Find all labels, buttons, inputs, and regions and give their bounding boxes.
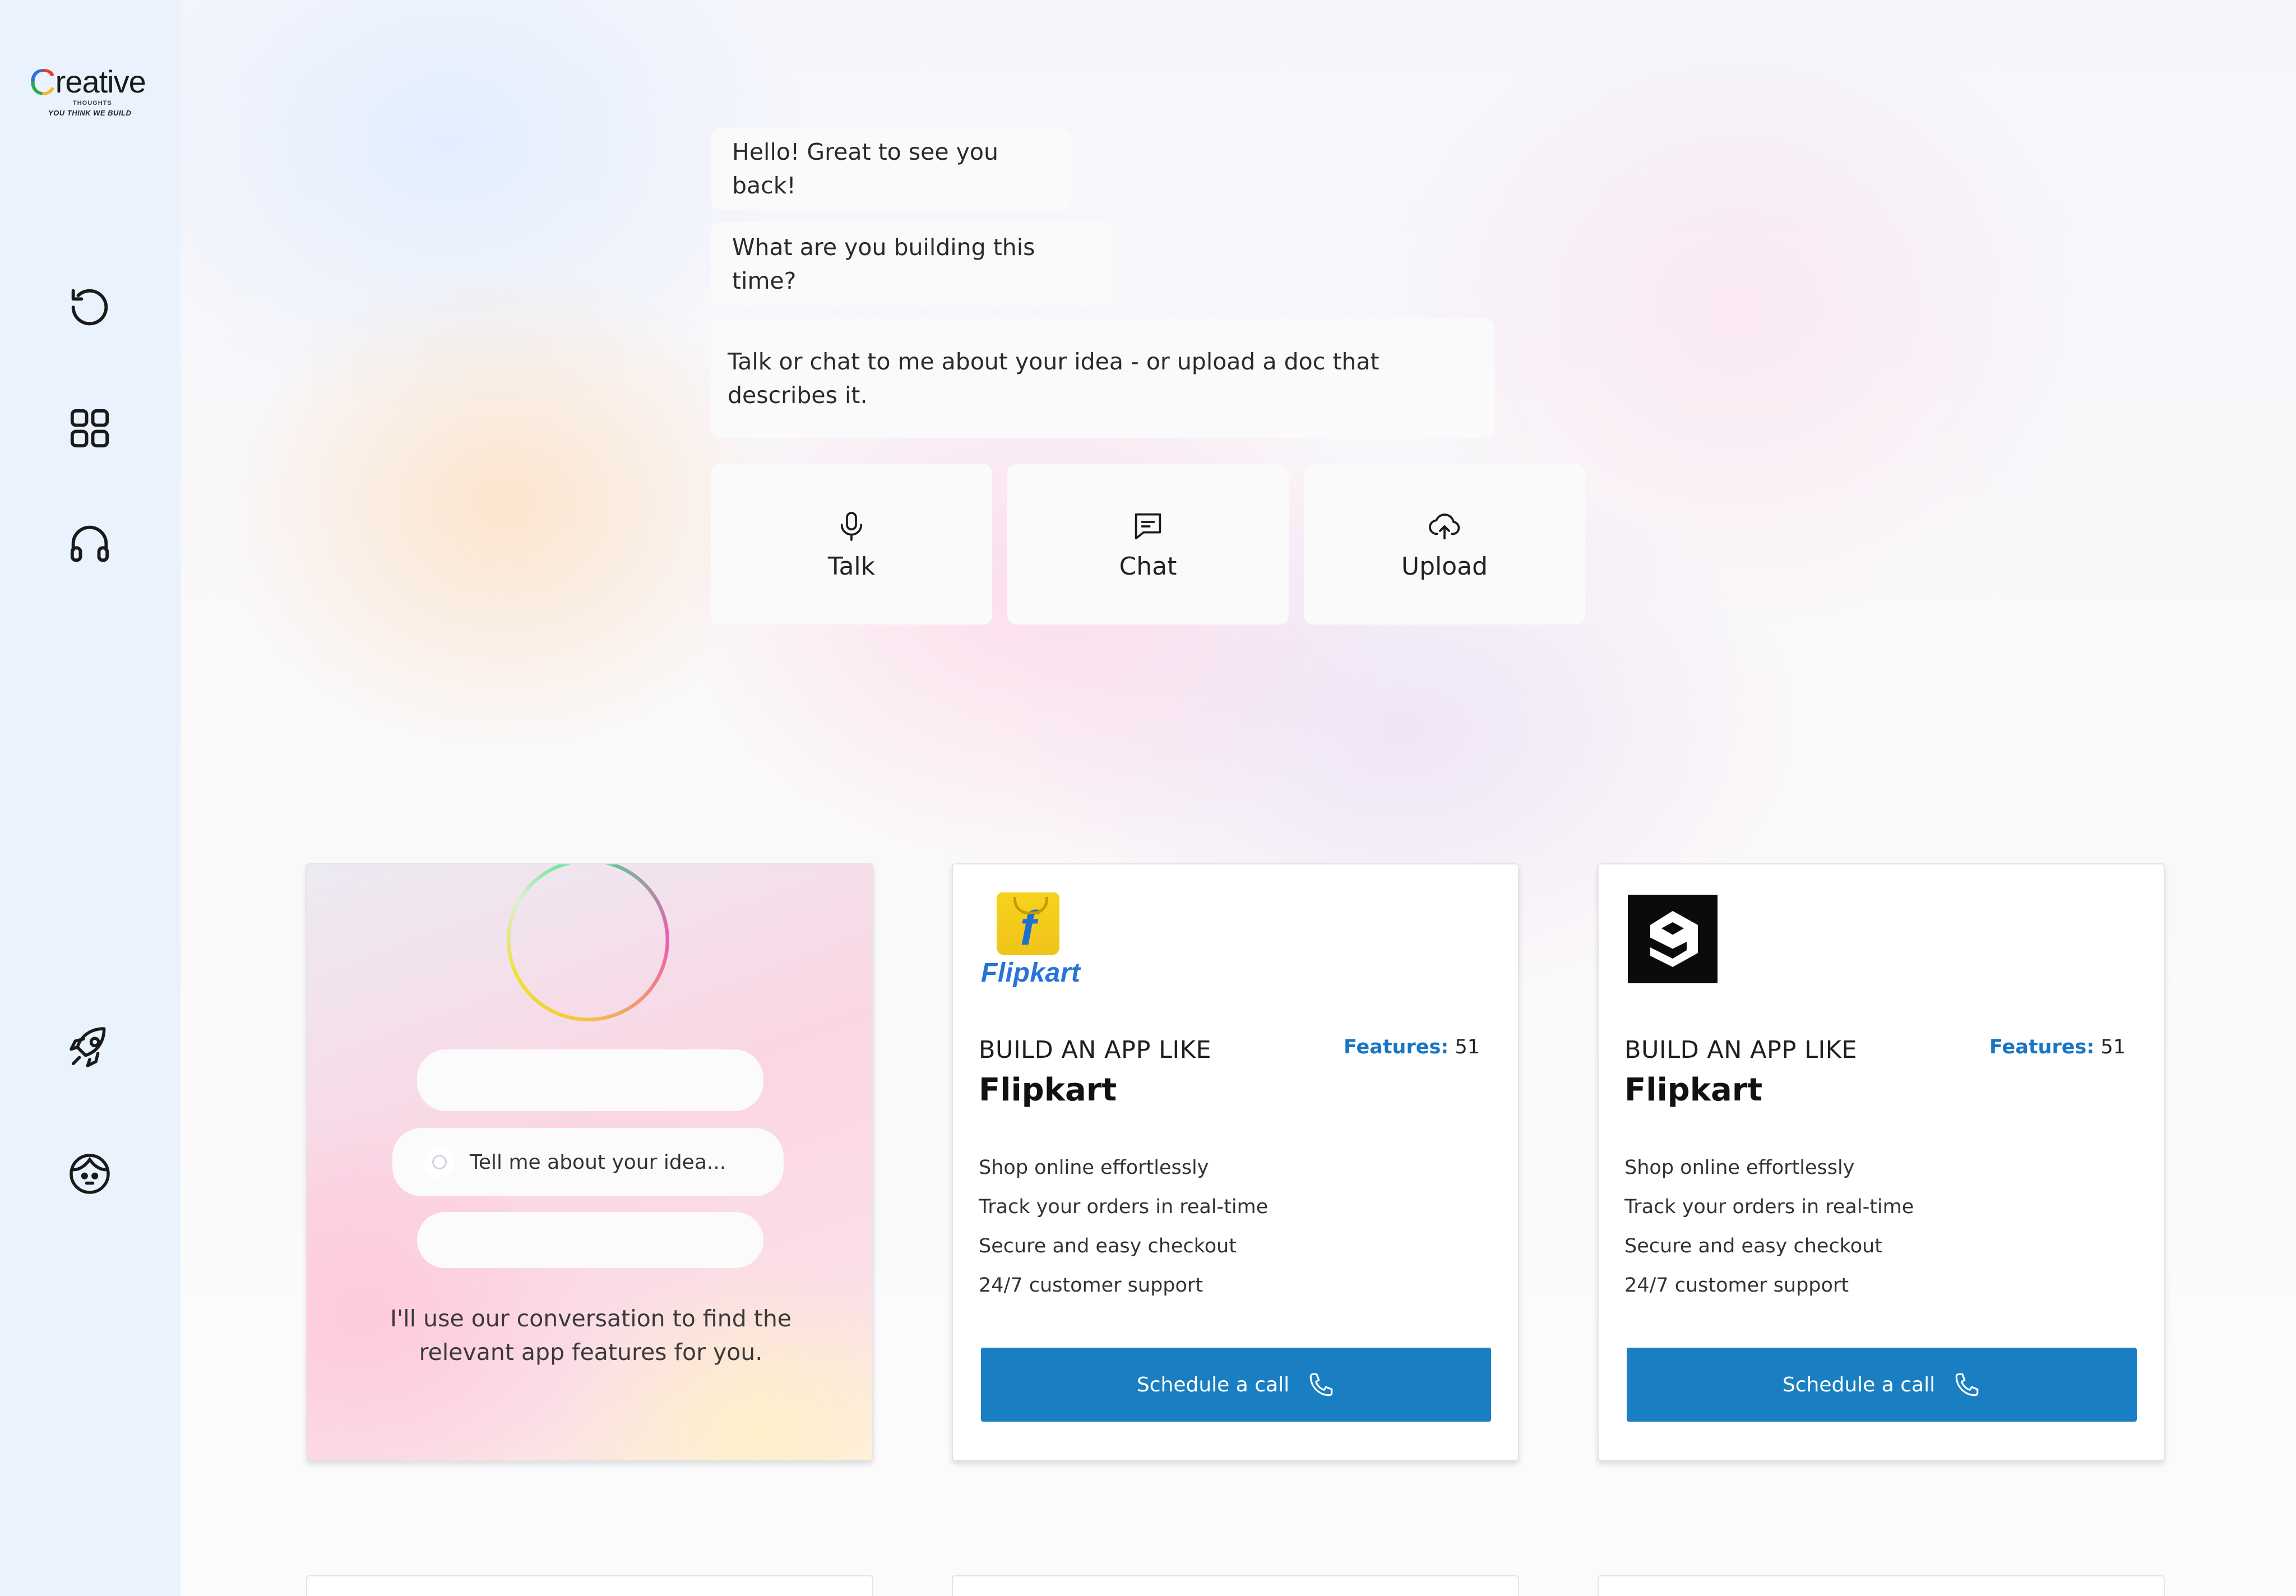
- idea-input[interactable]: Tell me about your idea...: [392, 1128, 784, 1196]
- features-count: Features: 51: [1989, 1036, 2126, 1058]
- features-value: 51: [2100, 1036, 2126, 1058]
- app-name: Flipkart: [1624, 1072, 1763, 1108]
- logo-text: reative: [55, 64, 146, 100]
- chat-message: Talk or chat to me about your idea - or …: [711, 318, 1494, 438]
- feature-item: Track your orders in real-time: [1624, 1196, 1914, 1218]
- talk-label: Talk: [827, 552, 876, 581]
- phone-icon: [1309, 1373, 1333, 1396]
- assistant-ring: [507, 864, 669, 1021]
- logo-tagline: YOU THINK WE BUILD: [48, 109, 132, 118]
- talk-button[interactable]: Talk: [711, 464, 992, 624]
- features-label: Features:: [1343, 1036, 1449, 1058]
- logo-letter: C: [29, 61, 56, 103]
- 9gag-logo-icon: [1628, 895, 1718, 983]
- feature-item: Track your orders in real-time: [979, 1196, 1269, 1218]
- sidebar-item-history[interactable]: [62, 279, 118, 335]
- sidebar-item-grid[interactable]: [62, 400, 118, 456]
- features-value: 51: [1455, 1036, 1480, 1058]
- idea-input-placeholder: Tell me about your idea...: [470, 1150, 726, 1174]
- feature-list: Shop online effortlessly Track your orde…: [979, 1148, 1268, 1305]
- assistant-caption: I'll use our conversation to find the re…: [390, 1305, 792, 1366]
- feature-list: Shop online effortlessly Track your orde…: [1624, 1148, 1914, 1305]
- sidebar: Creative THOUGHTS YOU THINK WE BUILD: [0, 0, 180, 1596]
- app-card-partial: [306, 1575, 873, 1596]
- brand-logo[interactable]: Creative THOUGHTS YOU THINK WE BUILD: [29, 61, 152, 128]
- app-card[interactable]: BUILD AN APP LIKE Features: 51 Flipkart …: [1598, 863, 2165, 1461]
- avatar-icon: [70, 1154, 110, 1194]
- chat-label: Chat: [1119, 552, 1177, 581]
- feature-item: 24/7 customer support: [979, 1274, 1203, 1297]
- build-prefix: BUILD AN APP LIKE: [1624, 1036, 1858, 1064]
- build-prefix: BUILD AN APP LIKE: [979, 1036, 1212, 1064]
- microphone-icon: [840, 511, 863, 541]
- placeholder-pill: [417, 1049, 763, 1111]
- input-dot-icon: [424, 1146, 455, 1178]
- app-name: Flipkart: [979, 1072, 1117, 1108]
- history-icon: [71, 289, 108, 326]
- feature-item: 24/7 customer support: [1624, 1274, 1849, 1297]
- features-count: Features: 51: [1344, 1036, 1480, 1058]
- upload-label: Upload: [1401, 552, 1488, 581]
- assistant-card: Tell me about your idea... I'll use our …: [306, 863, 873, 1461]
- upload-button[interactable]: Upload: [1304, 464, 1585, 624]
- app-card[interactable]: f Flipkart BUILD AN APP LIKE Features: 5…: [952, 863, 1519, 1461]
- sidebar-item-launch[interactable]: [62, 1019, 118, 1075]
- 9gag-logo: [1627, 892, 1718, 983]
- schedule-call-label: Schedule a call: [1136, 1373, 1290, 1396]
- feature-item: Secure and easy checkout: [1624, 1235, 1883, 1257]
- phone-icon: [1955, 1373, 1979, 1396]
- sidebar-item-support[interactable]: [62, 516, 118, 572]
- feature-item: Shop online effortlessly: [1624, 1156, 1855, 1179]
- logo-wordmark: Creative: [29, 61, 152, 103]
- app-card-partial: [952, 1575, 1519, 1596]
- sidebar-item-profile[interactable]: [62, 1146, 118, 1202]
- schedule-call-button[interactable]: Schedule a call: [981, 1348, 1491, 1422]
- feature-item: Shop online effortlessly: [979, 1156, 1209, 1179]
- app-card-partial: [1598, 1575, 2165, 1596]
- chat-button[interactable]: Chat: [1007, 464, 1289, 624]
- logo-sub: THOUGHTS: [73, 100, 112, 107]
- schedule-call-button[interactable]: Schedule a call: [1627, 1348, 2137, 1422]
- feature-item: Secure and easy checkout: [979, 1235, 1237, 1257]
- chat-message: Hello! Great to see you back!: [711, 128, 1071, 210]
- rocket-icon: [70, 1027, 106, 1067]
- cloud-upload-icon: [1429, 513, 1460, 539]
- flipkart-bag-icon: f: [997, 892, 1059, 955]
- chat-message: What are you building this time?: [711, 222, 1113, 306]
- placeholder-pill: [417, 1212, 763, 1268]
- features-label: Features:: [1989, 1036, 2095, 1058]
- flipkart-wordmark: Flipkart: [981, 958, 1081, 988]
- flipkart-logo: f Flipkart: [981, 892, 1080, 988]
- schedule-call-label: Schedule a call: [1782, 1373, 1936, 1396]
- chat-icon: [1135, 513, 1161, 539]
- headphones-icon: [70, 525, 109, 562]
- grid-icon: [70, 409, 109, 448]
- 9gag-glyph: [1650, 911, 1698, 967]
